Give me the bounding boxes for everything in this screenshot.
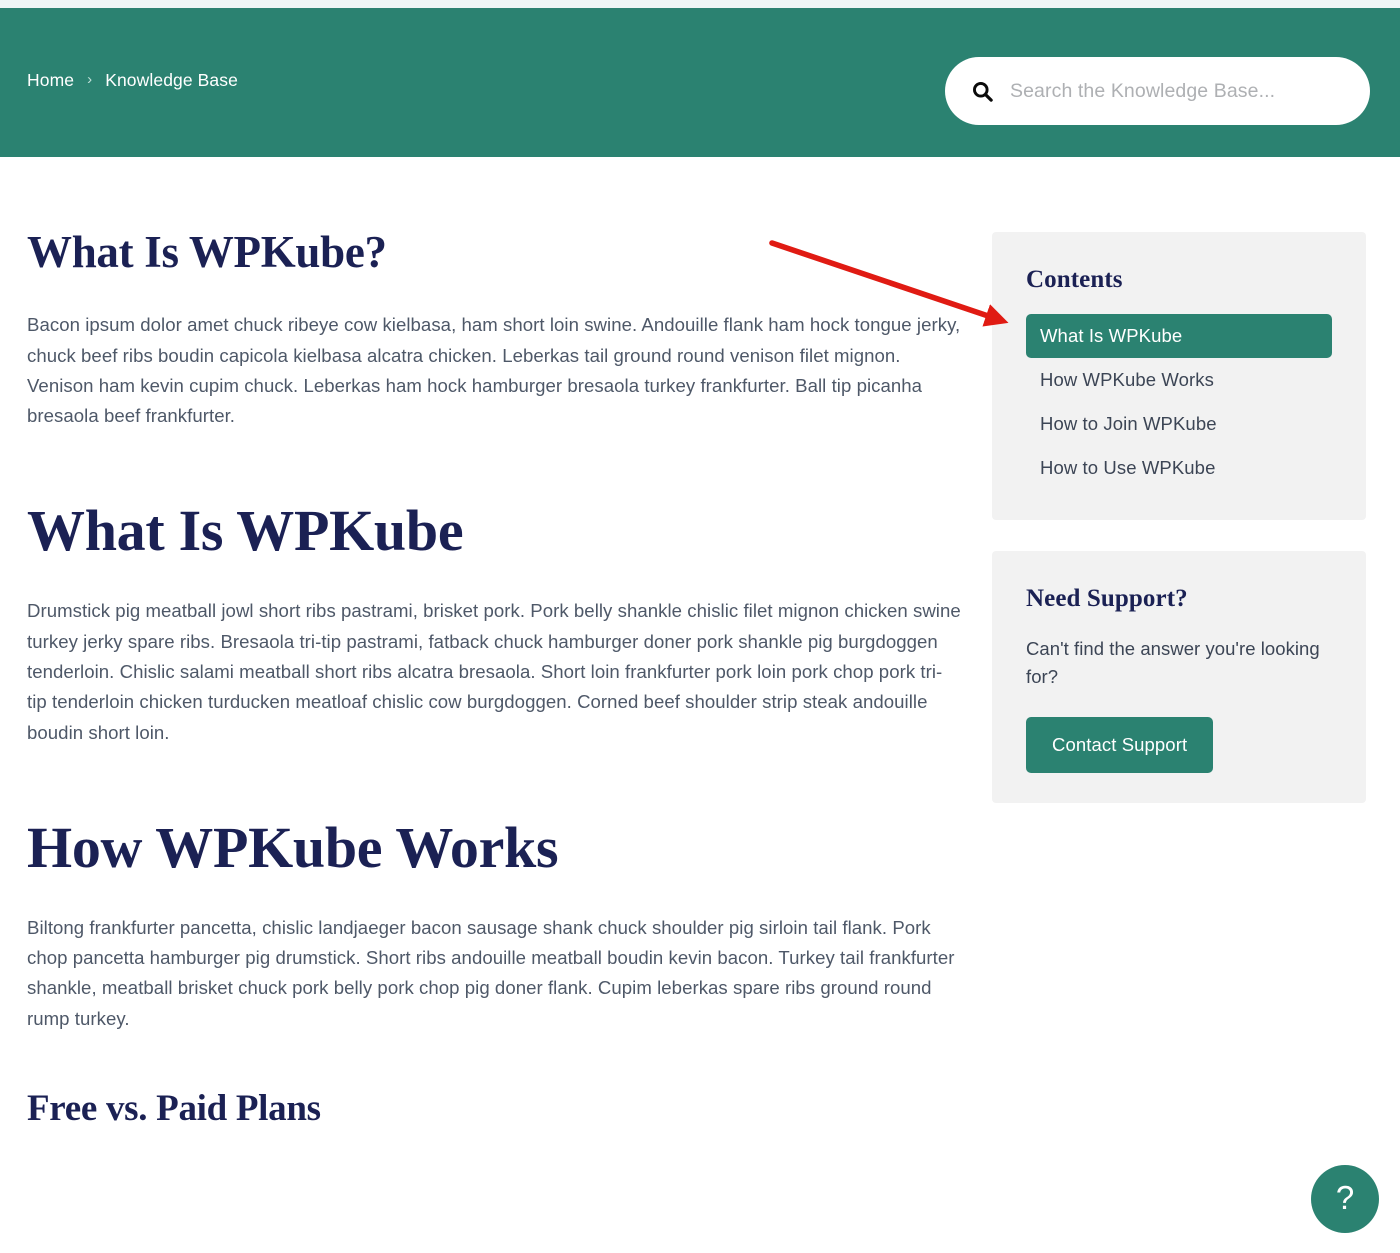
list-item: What Is WPKube: [1026, 314, 1332, 358]
section-heading-how-wpkube-works: How WPKube Works: [27, 814, 559, 880]
breadcrumb: Home › Knowledge Base: [27, 70, 238, 91]
chevron-right-icon: ›: [87, 71, 93, 88]
section-heading-what-is-wpkube: What Is WPKube: [27, 498, 464, 564]
contents-title: Contents: [1026, 266, 1123, 293]
help-button[interactable]: ?: [1311, 1165, 1379, 1233]
support-description: Can't find the answer you're looking for…: [1026, 638, 1320, 687]
list-item: How to Join WPKube: [1026, 402, 1332, 446]
content-area: What Is WPKube? Bacon ipsum dolor amet c…: [0, 157, 1400, 1253]
contents-item-how-to-join-wpkube[interactable]: How to Join WPKube: [1026, 402, 1332, 446]
support-title: Need Support?: [1026, 585, 1188, 612]
contents-item-what-is-wpkube[interactable]: What Is WPKube: [1026, 314, 1332, 358]
search-icon: [973, 81, 993, 102]
top-strip: [0, 0, 1400, 8]
knowledge-base-page: Home › Knowledge Base What Is WPKube? Ba…: [0, 0, 1400, 1253]
list-item: How to Use WPKube: [1026, 446, 1332, 490]
search-input[interactable]: [1010, 79, 1344, 103]
article-paragraph: Drumstick pig meatball jowl short ribs p…: [27, 600, 961, 743]
article-paragraph: Biltong frankfurter pancetta, chislic la…: [27, 916, 955, 1029]
article-main: What Is WPKube? Bacon ipsum dolor amet c…: [27, 157, 962, 1129]
list-item: How WPKube Works: [1026, 358, 1332, 402]
site-header: Home › Knowledge Base: [0, 8, 1400, 157]
breadcrumb-home-link[interactable]: Home: [27, 70, 74, 91]
question-mark-icon: ?: [1335, 1179, 1355, 1216]
contents-card: Contents What Is WPKube How WPKube Works…: [992, 232, 1366, 520]
search-bar[interactable]: [945, 57, 1370, 125]
breadcrumb-current: Knowledge Base: [105, 70, 238, 90]
contents-item-how-to-use-wpkube[interactable]: How to Use WPKube: [1026, 446, 1332, 490]
section-heading-free-vs-paid-plans: Free vs. Paid Plans: [27, 1087, 321, 1129]
contact-support-button[interactable]: Contact Support: [1026, 716, 1214, 773]
contents-list: What Is WPKube How WPKube Works How to J…: [1026, 314, 1332, 490]
article-paragraph: Bacon ipsum dolor amet chuck ribeye cow …: [27, 314, 961, 427]
contents-item-how-wpkube-works[interactable]: How WPKube Works: [1026, 358, 1332, 402]
support-card: Need Support? Can't find the answer you'…: [992, 551, 1366, 803]
sidebar: Contents What Is WPKube How WPKube Works…: [992, 232, 1366, 803]
page-title: What Is WPKube?: [27, 227, 387, 277]
